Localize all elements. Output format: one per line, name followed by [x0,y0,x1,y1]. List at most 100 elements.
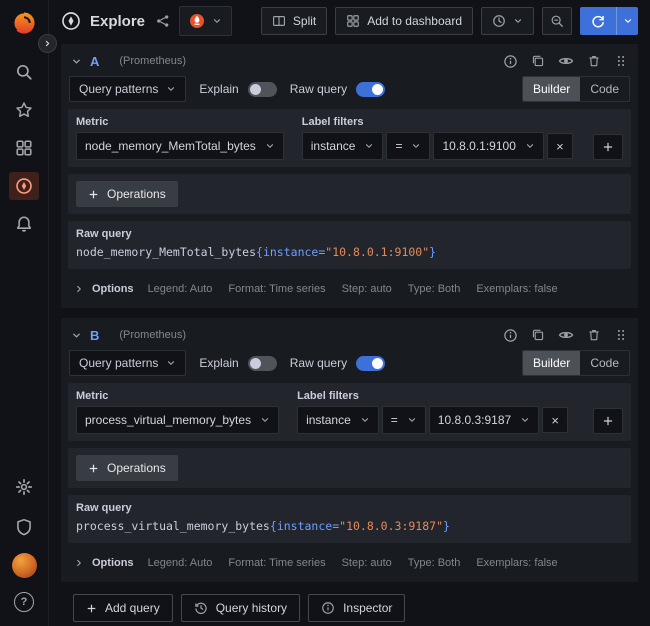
filter-value-select[interactable]: 10.8.0.1:9100 [433,132,543,160]
grafana-explore-app: ? Explore [0,0,650,626]
help-glyph: ? [21,596,28,608]
raw-query-toggle[interactable] [356,82,385,97]
metric-filters-panel: Metric process_virtual_memory_bytes Labe… [68,383,631,441]
datasource-picker[interactable] [179,6,232,36]
user-avatar[interactable] [12,553,37,578]
query-history-button[interactable]: Query history [181,594,300,622]
chevron-down-icon [265,141,275,151]
run-interval-caret[interactable] [616,7,638,35]
query-header[interactable]: B (Prometheus) [68,322,631,348]
add-query-button[interactable]: Add query [73,594,173,622]
search-icon[interactable] [9,58,39,86]
query-patterns-dropdown[interactable]: Query patterns [69,76,186,102]
query-actions [503,327,628,343]
drag-handle-icon[interactable] [614,54,628,68]
help-icon[interactable]: ? [14,592,34,612]
options-collapsible[interactable]: Options Legend: Auto Format: Time series… [68,276,631,301]
query-editors: A (Prometheus) Query patterns [49,42,650,626]
remove-filter-button[interactable]: × [542,407,568,433]
filter-value-select[interactable]: 10.8.0.3:9187 [429,406,539,434]
code-mode-button[interactable]: Code [580,77,629,101]
chevron-right-icon [74,558,84,568]
add-filter-button[interactable] [593,408,623,434]
add-to-dashboard-button[interactable]: Add to dashboard [335,7,473,35]
raw-query-toggle[interactable] [356,356,385,371]
query-patterns-label: Query patterns [79,82,158,96]
add-filter-button[interactable] [593,134,623,160]
code-open-brace: { [256,245,263,259]
chevron-down-icon [166,84,176,94]
chevron-down-icon [166,358,176,368]
explain-toggle[interactable] [248,356,277,371]
builder-mode-button[interactable]: Builder [523,351,580,375]
query-header[interactable]: A (Prometheus) [68,48,631,74]
code-close-brace: } [443,519,450,533]
grafana-logo[interactable] [11,10,37,36]
metric-select[interactable]: node_memory_MemTotal_bytes [76,132,284,160]
run-query-button[interactable] [580,7,616,35]
filter-operator-select[interactable]: = [386,132,430,160]
secondary-actions: Add query Query history Inspector [61,592,638,622]
eye-icon[interactable] [558,327,574,343]
metric-select[interactable]: process_virtual_memory_bytes [76,406,279,434]
eye-icon[interactable] [558,53,574,69]
chevron-right-icon [74,284,84,294]
split-button[interactable]: Split [261,7,327,35]
alerting-bell-icon[interactable] [9,210,39,238]
main-area: Explore Split [49,0,650,626]
trash-icon[interactable] [587,54,601,68]
explore-page-icon [61,11,81,31]
exemplars-summary: Exemplars: false [476,557,557,569]
remove-filter-button[interactable]: × [547,133,573,159]
chevron-down-icon[interactable] [71,330,82,341]
explain-label: Explain [199,356,238,370]
filter-operator-select[interactable]: = [382,406,426,434]
query-ref-label: B [90,328,99,343]
admin-shield-icon[interactable] [9,513,39,541]
filter-label-value: instance [311,139,356,153]
format-summary: Format: Time series [228,557,325,569]
settings-gear-icon[interactable] [9,473,39,501]
inspector-button[interactable]: Inspector [308,594,405,622]
apps-icon[interactable] [9,134,39,162]
raw-query-code: process_virtual_memory_bytes{instance="1… [76,519,623,534]
code-string-value: "10.8.0.1:9100" [325,245,429,259]
operations-button[interactable]: Operations [76,181,178,207]
code-metric: node_memory_MemTotal_bytes [76,245,256,259]
code-mode-button[interactable]: Code [580,351,629,375]
filter-label-select[interactable]: instance [302,132,384,160]
explain-toggle[interactable] [248,82,277,97]
time-range-picker[interactable] [481,7,534,35]
options-collapsible[interactable]: Options Legend: Auto Format: Time series… [68,550,631,575]
trash-icon[interactable] [587,328,601,342]
info-icon[interactable] [503,328,518,343]
add-to-dashboard-label: Add to dashboard [367,14,462,28]
copy-icon[interactable] [531,54,545,68]
operations-label: Operations [107,187,166,201]
filter-value-value: 10.8.0.3:9187 [438,413,511,427]
explore-compass-icon[interactable] [9,172,39,200]
exemplars-summary: Exemplars: false [476,283,557,295]
query-patterns-dropdown[interactable]: Query patterns [69,350,186,376]
drag-handle-icon[interactable] [614,328,628,342]
sidebar-expand-button[interactable] [38,34,57,53]
filter-label-select[interactable]: instance [297,406,379,434]
toolbar-right-group: Split Add to dashboard [261,7,638,35]
raw-query-code: node_memory_MemTotal_bytes{instance="10.… [76,245,623,260]
raw-query-title: Raw query [76,502,623,514]
raw-query-title: Raw query [76,228,623,240]
operations-button[interactable]: Operations [76,455,178,481]
copy-icon[interactable] [531,328,545,342]
builder-mode-button[interactable]: Builder [523,77,580,101]
metric-filters-panel: Metric node_memory_MemTotal_bytes Label … [68,109,631,167]
metric-value: process_virtual_memory_bytes [85,413,251,427]
star-icon[interactable] [9,96,39,124]
label-filter-row: instance = 10.8.0.3:9187 × [297,406,568,434]
chevron-down-icon [364,141,374,151]
share-icon[interactable] [156,14,170,28]
zoom-out-button[interactable] [542,7,572,35]
label-filters-field: Label filters instance = 10.8. [297,390,568,434]
chevron-down-icon[interactable] [71,56,82,67]
metric-label: Metric [76,390,279,402]
info-icon[interactable] [503,54,518,69]
